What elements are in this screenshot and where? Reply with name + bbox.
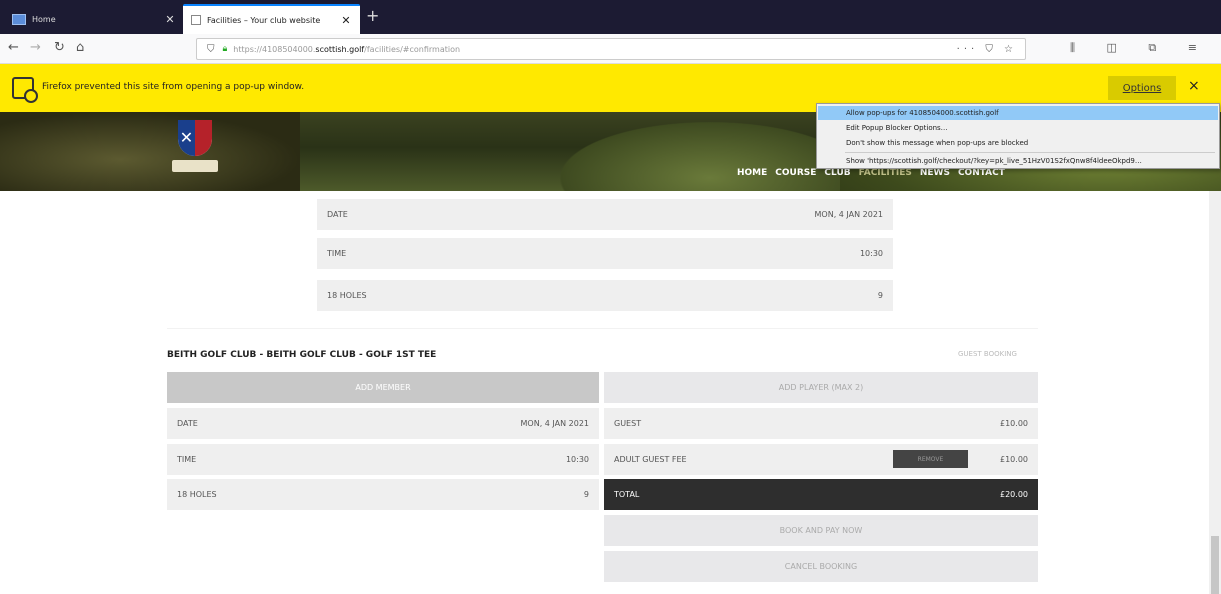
- nav-club[interactable]: CLUB: [824, 168, 850, 178]
- add-member-button[interactable]: ADD MEMBER: [167, 372, 599, 403]
- back-icon[interactable]: ←: [8, 40, 19, 55]
- booking-detail-row: 18 HOLES 9: [167, 479, 599, 510]
- nav-facilities[interactable]: FACILITIES: [859, 168, 912, 178]
- url-prefix: https://4108504000.: [233, 44, 316, 54]
- close-tab-icon[interactable]: ✕: [162, 13, 178, 26]
- lock-icon[interactable]: 🔒︎: [223, 44, 228, 54]
- shield-crest-icon: ✕: [178, 120, 212, 156]
- row-value: £10.00: [1000, 419, 1028, 428]
- options-button[interactable]: Options: [1108, 76, 1176, 100]
- tab-title: Facilities – Your club website: [207, 15, 321, 25]
- total-label: TOTAL: [614, 490, 640, 499]
- row-value: 10:30: [565, 455, 589, 464]
- fee-row: ADULT GUEST FEE £10.00: [604, 444, 1038, 475]
- remove-button[interactable]: REMOVE: [893, 450, 968, 468]
- page-favicon-icon: [191, 15, 201, 25]
- book-and-pay-button[interactable]: BOOK AND PAY NOW: [604, 515, 1038, 546]
- toolbar-icons[interactable]: ⫼ ◫ ⧉ ≡: [1070, 41, 1211, 55]
- menu-item-edit-options[interactable]: Edit Popup Blocker Options…: [818, 121, 1218, 135]
- row-label: TIME: [327, 249, 347, 258]
- shield-icon[interactable]: ⛉: [207, 44, 215, 55]
- divider: [167, 328, 1038, 329]
- club-logo[interactable]: ✕: [172, 120, 218, 178]
- row-value: £10.00: [1000, 455, 1028, 464]
- summary-row: 18 HOLES 9: [317, 280, 893, 311]
- tab-facilities[interactable]: Facilities – Your club website ✕: [183, 4, 360, 34]
- home-icon[interactable]: ⌂: [76, 40, 84, 55]
- reload-icon[interactable]: ↻: [54, 40, 65, 55]
- row-value: MON, 4 JAN 2021: [520, 419, 589, 428]
- row-label: TIME: [177, 455, 197, 464]
- tab-title: Home: [32, 14, 56, 24]
- summary-row: DATE MON, 4 JAN 2021: [317, 199, 893, 230]
- forward-icon[interactable]: →: [30, 40, 41, 55]
- row-label: GUEST: [614, 419, 642, 428]
- menu-item-show-popup[interactable]: Show 'https://scottish.golf/checkout/?ke…: [818, 154, 1218, 168]
- total-value: £20.00: [1000, 490, 1028, 499]
- menu-separator: [845, 152, 1215, 153]
- row-label: DATE: [327, 210, 348, 219]
- popup-options-menu: Allow pop-ups for 4108504000.scottish.go…: [816, 103, 1220, 169]
- add-player-button[interactable]: ADD PLAYER (MAX 2): [604, 372, 1038, 403]
- new-tab-icon[interactable]: +: [366, 6, 379, 25]
- menu-item-dont-show[interactable]: Don't show this message when pop-ups are…: [818, 136, 1218, 150]
- tab-strip: Home ✕ Facilities – Your club website ✕ …: [0, 0, 1221, 34]
- row-label: 18 HOLES: [177, 490, 217, 499]
- guest-booking-tag: GUEST BOOKING: [958, 350, 1017, 358]
- total-row: TOTAL £20.00: [604, 479, 1038, 510]
- row-value: 9: [877, 291, 883, 300]
- site-navigation: HOME COURSE CLUB FACILITIES NEWS CONTACT: [737, 168, 1005, 178]
- scrollbar-thumb[interactable]: [1211, 536, 1219, 594]
- url-domain: scottish.golf: [315, 44, 365, 54]
- nav-contact[interactable]: CONTACT: [958, 168, 1005, 178]
- nav-course[interactable]: COURSE: [775, 168, 816, 178]
- url-bar[interactable]: ⛉ 🔒︎ https://4108504000. scottish.golf/fa…: [196, 38, 1026, 60]
- notification-message: Firefox prevented this site from opening…: [42, 82, 305, 92]
- home-favicon-icon: [12, 13, 26, 25]
- fee-row: GUEST £10.00: [604, 408, 1038, 439]
- row-value: MON, 4 JAN 2021: [814, 210, 883, 219]
- close-tab-icon[interactable]: ✕: [338, 14, 354, 27]
- menu-item-allow-popups[interactable]: Allow pop-ups for 4108504000.scottish.go…: [818, 106, 1218, 120]
- row-label: ADULT GUEST FEE: [614, 455, 687, 464]
- booking-detail-row: DATE MON, 4 JAN 2021: [167, 408, 599, 439]
- row-value: 10:30: [859, 249, 883, 258]
- cancel-booking-button[interactable]: CANCEL BOOKING: [604, 551, 1038, 582]
- row-value: 9: [583, 490, 589, 499]
- booking-heading: BEITH GOLF CLUB - BEITH GOLF CLUB - GOLF…: [167, 350, 437, 360]
- navigation-bar: ← → ↻ ⌂ ⛉ 🔒︎ https://4108504000. scottish…: [0, 34, 1221, 64]
- summary-row: TIME 10:30: [317, 238, 893, 269]
- popup-blocked-icon: [12, 77, 38, 103]
- row-label: DATE: [177, 419, 198, 428]
- booking-detail-row: TIME 10:30: [167, 444, 599, 475]
- tab-home[interactable]: Home ✕: [4, 4, 184, 34]
- scrollbar[interactable]: [1209, 191, 1221, 594]
- nav-news[interactable]: NEWS: [920, 168, 950, 178]
- url-path: /facilities/#confirmation: [364, 44, 461, 54]
- nav-home[interactable]: HOME: [737, 168, 767, 178]
- close-notification-icon[interactable]: ×: [1188, 78, 1200, 94]
- row-label: 18 HOLES: [327, 291, 367, 300]
- page-actions-icons[interactable]: ··· ⛉ ☆: [957, 44, 1017, 55]
